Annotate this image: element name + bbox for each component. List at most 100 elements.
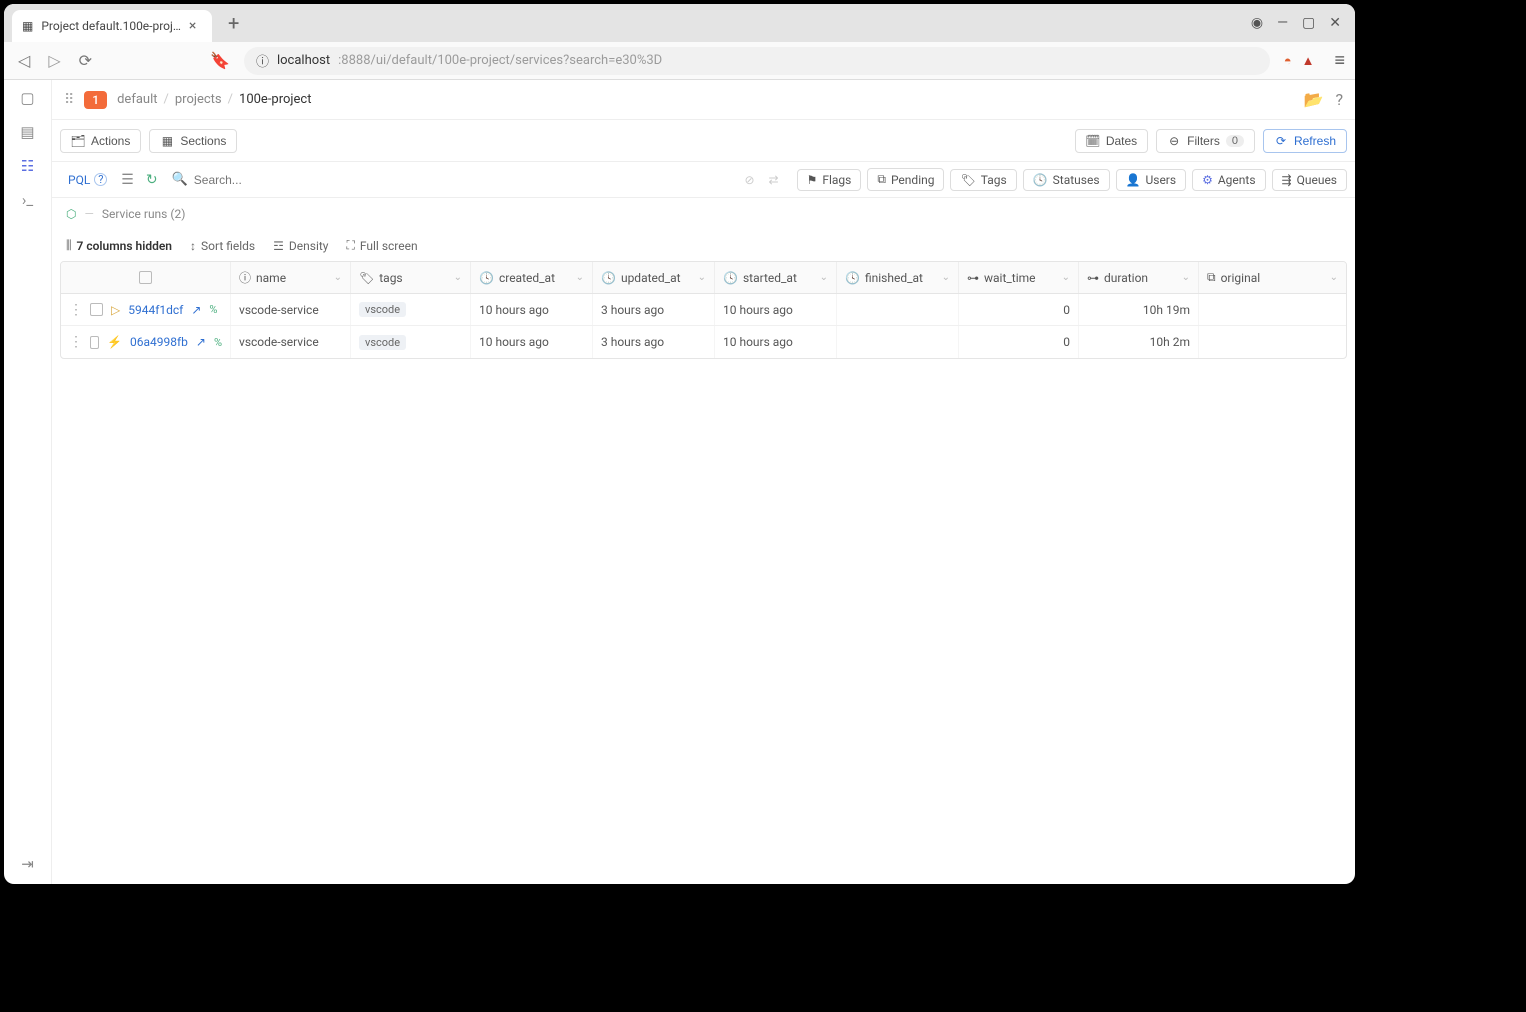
tab-strip: ▦ Project default.100e-proj… × + ◉ — ▢ ✕	[4, 4, 1355, 42]
cell-tag[interactable]: vscode	[359, 335, 406, 350]
density-button[interactable]: ☲Density	[273, 239, 328, 253]
nav-list-icon[interactable]: ▤	[18, 122, 38, 142]
cell-started: 10 hours ago	[723, 303, 793, 317]
table-row[interactable]: ⋮ ⚡ 06a4998fb ↗ % vscode-service vscode …	[61, 326, 1346, 358]
address-field[interactable]: ⓘ localhost:8888/ui/default/100e-project…	[244, 47, 1270, 75]
pql-help-icon[interactable]: ?	[94, 173, 107, 186]
crumb-root[interactable]: default	[117, 92, 157, 107]
vpn-icon[interactable]: ◉	[1251, 15, 1263, 31]
col-updated-at[interactable]: 🕓updated_at⌄	[593, 262, 715, 293]
clock-icon: 🕓	[601, 271, 616, 285]
filter-queues[interactable]: ⇶Queues	[1272, 169, 1347, 191]
fullscreen-button[interactable]: ⛶Full screen	[346, 238, 417, 253]
chevron-down-icon[interactable]: ⌄	[820, 272, 828, 283]
col-tags[interactable]: 🏷tags⌄	[351, 262, 471, 293]
progress-icon: %	[209, 303, 217, 316]
filters-button[interactable]: ⊖Filters0	[1156, 129, 1255, 153]
sections-button[interactable]: ▦Sections	[149, 129, 237, 153]
table-header-row: ⓘname⌄ 🏷tags⌄ 🕓created_at⌄ 🕓updated_at⌄ …	[61, 262, 1346, 294]
cell-created: 10 hours ago	[479, 303, 549, 317]
table-row[interactable]: ⋮ ▷ 5944f1dcf ↗ % vscode-service vscode …	[61, 294, 1346, 326]
col-created-at[interactable]: 🕓created_at⌄	[471, 262, 593, 293]
new-tab-button[interactable]: +	[220, 11, 247, 35]
filter-flags[interactable]: ⚑Flags	[797, 169, 862, 191]
filter-pending[interactable]: ⧉Pending	[867, 168, 944, 191]
status-dot-icon: ⬡	[66, 207, 76, 221]
filter-statuses[interactable]: 🕓Statuses	[1023, 169, 1110, 191]
external-link-icon[interactable]: ↗	[191, 303, 201, 317]
window-close-icon[interactable]: ✕	[1329, 15, 1341, 31]
close-icon[interactable]: ×	[189, 18, 196, 34]
progress-icon: %	[214, 336, 222, 349]
filter-count: 0	[1226, 135, 1244, 147]
row-checkbox[interactable]	[90, 336, 99, 349]
site-info-icon[interactable]: ⓘ	[256, 51, 269, 70]
run-id-link[interactable]: 06a4998fb	[130, 335, 188, 349]
refresh-button[interactable]: ⟳Refresh	[1263, 129, 1347, 153]
pql-toggle[interactable]: PQL?	[60, 173, 115, 187]
filter-agents[interactable]: ⚙Agents	[1192, 169, 1265, 191]
col-name[interactable]: ⓘname⌄	[231, 262, 351, 293]
row-checkbox[interactable]	[90, 303, 103, 316]
nav-services-icon[interactable]: ☷	[18, 156, 38, 176]
nav-overview-icon[interactable]: ▢	[18, 88, 38, 108]
col-wait-time[interactable]: ⊶wait_time⌄	[959, 262, 1079, 293]
browser-tab[interactable]: ▦ Project default.100e-proj… ×	[12, 10, 212, 42]
chevron-down-icon[interactable]: ⌄	[334, 272, 342, 283]
service-runs-label: Service runs (2)	[102, 207, 186, 221]
select-all-checkbox[interactable]	[139, 271, 152, 284]
nav-terminal-icon[interactable]: ›_	[18, 190, 38, 210]
chevron-down-icon[interactable]: ⌄	[1182, 272, 1190, 283]
chevron-down-icon[interactable]: ⌄	[942, 272, 950, 283]
fullscreen-icon: ⛶	[346, 238, 354, 253]
minimize-icon[interactable]: —	[1277, 15, 1288, 31]
maximize-icon[interactable]: ▢	[1302, 15, 1315, 31]
table-controls: ⫼7 columns hidden ↕Sort fields ☲Density …	[52, 238, 1355, 261]
brave-rewards-icon[interactable]: ▲	[1302, 53, 1315, 69]
col-started-at[interactable]: 🕓started_at⌄	[715, 262, 837, 293]
cell-duration: 10h 19m	[1143, 303, 1190, 317]
brave-shield-icon[interactable]: ◓	[1284, 53, 1292, 69]
nav-collapse-icon[interactable]: ⇥	[18, 854, 38, 874]
col-original[interactable]: ⧉original⌄	[1199, 262, 1346, 293]
crumb-projects[interactable]: projects	[175, 92, 222, 107]
chevron-down-icon[interactable]: ⌄	[698, 272, 706, 283]
search-options-icon[interactable]: ⇄	[765, 173, 783, 187]
chevron-down-icon[interactable]: ⌄	[454, 272, 462, 283]
col-duration[interactable]: ⊶duration⌄	[1079, 262, 1199, 293]
cell-tag[interactable]: vscode	[359, 302, 406, 317]
dates-button[interactable]: 🗓Dates	[1075, 129, 1148, 153]
chevron-down-icon[interactable]: ⌄	[1330, 272, 1338, 283]
refresh-icon: ⟳	[1274, 134, 1288, 148]
cell-updated: 3 hours ago	[601, 335, 664, 349]
help-icon[interactable]: ?	[1335, 90, 1343, 109]
clear-search-icon[interactable]: ⊘	[740, 173, 758, 187]
chevron-down-icon[interactable]: ⌄	[576, 272, 584, 283]
sort-fields-button[interactable]: ↕Sort fields	[190, 239, 255, 253]
sync-icon[interactable]: ↻	[140, 172, 164, 188]
run-id-link[interactable]: 5944f1dcf	[128, 303, 183, 317]
col-finished-at[interactable]: 🕓finished_at⌄	[837, 262, 959, 293]
workspace-badge[interactable]: 1	[84, 91, 107, 109]
data-table: ⓘname⌄ 🏷tags⌄ 🕓created_at⌄ 🕓updated_at⌄ …	[60, 261, 1347, 359]
list-view-icon[interactable]: ☰	[115, 172, 140, 188]
sections-icon: ▦	[160, 134, 174, 148]
copy-icon: ⧉	[1207, 270, 1216, 285]
tag-icon: 🏷	[960, 173, 975, 187]
row-menu-icon[interactable]: ⋮	[69, 334, 82, 350]
bookmark-icon[interactable]: 🔖	[206, 49, 234, 72]
open-folder-icon[interactable]: 📂	[1304, 90, 1324, 109]
filter-tags[interactable]: 🏷Tags	[950, 169, 1016, 191]
density-icon: ☲	[273, 239, 284, 253]
search-input[interactable]	[194, 173, 735, 187]
actions-button[interactable]: 🗂Actions	[60, 129, 141, 153]
drag-handle-icon[interactable]: ⠿	[64, 92, 74, 108]
reload-icon[interactable]: ⟳	[75, 49, 96, 72]
back-icon[interactable]: ◁	[14, 49, 34, 72]
row-menu-icon[interactable]: ⋮	[69, 302, 82, 318]
columns-hidden-button[interactable]: ⫼7 columns hidden	[66, 238, 172, 253]
filter-users[interactable]: 👤Users	[1116, 169, 1187, 191]
hamburger-menu-icon[interactable]: ≡	[1334, 50, 1345, 71]
chevron-down-icon[interactable]: ⌄	[1062, 272, 1070, 283]
external-link-icon[interactable]: ↗	[196, 335, 206, 349]
